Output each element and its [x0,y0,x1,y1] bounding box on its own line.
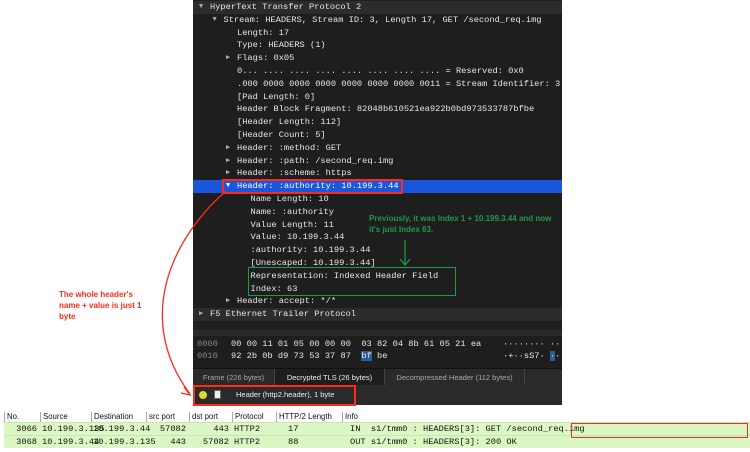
packet-list: No. Source Destination src port dst port Prot… [4,412,750,452]
hex-dump: 0000 0010 00 00 11 01 05 00 00 00 03 82 … [193,330,562,368]
column-header[interactable]: dst port [189,412,232,422]
tree-row-label: Type: HEADERS (1) [237,40,326,51]
tree-row-label: Header: :authority: 10.199.3.44 [237,181,399,192]
tab-decrypted-tls[interactable]: Decrypted TLS (26 bytes) [275,369,385,386]
expert-info-icon[interactable] [199,391,207,399]
tree-row[interactable]: ▶ Flags: 0x05 [193,52,562,65]
tree-row[interactable]: Type: HEADERS (1) [193,39,562,52]
packet-cell: HTTP2 [234,437,261,447]
tree-row[interactable]: :authority: 10.199.3.44 [193,244,562,257]
tree-row[interactable]: ▼ HyperText Transfer Protocol 2 [193,1,562,14]
tree-row[interactable]: [Header Count: 5] [193,129,562,142]
column-header[interactable]: HTTP/2 Length [276,412,342,422]
packet-details-panel: ▼ HyperText Transfer Protocol 2 ▼ Stream: H… [193,0,562,405]
tree-row[interactable]: ▶ Header: :scheme: https [193,167,562,180]
tree-row-label: Index: 63 [250,283,298,294]
hex-bytes[interactable]: 92 2b 0b d9 73 53 37 87 bf be [231,350,387,362]
column-header[interactable]: Source [40,412,91,422]
edit-comment-icon[interactable] [214,390,221,399]
packet-cell: 3068 [16,437,37,447]
tree-row-label: [Pad Length: 0] [237,91,316,102]
tree-row[interactable]: ▶ Header: :path: /second_req.img [193,155,562,168]
tree-row-label: Value: 10.199.3.44 [250,232,345,243]
hex-bytes[interactable]: 00 00 11 01 05 00 00 00 03 82 04 8b 61 0… [231,338,481,350]
collapse-triangle-icon[interactable]: ▼ [199,1,203,14]
expand-triangle-icon[interactable]: ▶ [226,295,230,308]
expand-triangle-icon[interactable]: ▶ [226,52,230,65]
tree-row-label: Header: :path: /second_req.img [237,155,394,166]
annotation-green: Previously, it was Index 1 + 10.199.3.44… [369,214,552,234]
hex-ascii-part: ·+··sS7· [503,351,545,361]
column-header[interactable]: Protocol [232,412,276,422]
packet-cell: 88 [288,437,299,447]
hex-ascii-part: · [555,351,561,361]
hex-offset: 0000 [197,339,218,349]
tree-row-label: Name: :authority [250,206,334,217]
hex-bytes-part: 92 2b 0b d9 73 53 37 87 [231,351,351,361]
packet-cell: 10.199.3.135 [93,437,156,447]
tree-row-label: Header: :method: GET [237,142,342,153]
tree-row[interactable]: [Unescaped: 10.199.3.44] [193,257,562,270]
tree-row[interactable]: ▶ Header: :method: GET [193,142,562,155]
tree-row-label: Value Length: 11 [250,219,334,230]
tree-row-label: [Header Count: 5] [237,130,326,140]
tree-row-label: [Unescaped: 10.199.3.44] [250,258,376,268]
collapse-triangle-icon[interactable]: ▼ [213,14,217,27]
tree-row[interactable]: ▶ Header: accept: */* [193,295,562,308]
column-header[interactable]: Info [342,412,750,422]
tree-row[interactable]: 0... .... .... .... .... .... .... .... … [193,65,562,78]
column-header[interactable]: Destination [91,412,146,422]
packet-row[interactable]: 3068 10.199.3.44 10.199.3.135 443 57082 HTTP2… [4,435,750,448]
tree-row-label: .000 0000 0000 0000 0000 0000 0000 0011 … [237,78,561,89]
tree-row[interactable]: ▶ F5 Ethernet Trailer Protocol [193,308,562,321]
packet-cell: 443 [170,437,186,447]
hex-bytes-part: be [377,351,388,361]
status-bar: Header (http2.header), 1 byte [193,385,562,405]
tree-row-label: HyperText Transfer Protocol 2 [210,2,362,12]
expand-triangle-icon[interactable]: ▶ [226,167,230,180]
expand-triangle-icon[interactable]: ▶ [226,155,230,168]
tree-row-label: :authority: 10.199.3.44 [250,245,371,256]
tree-row-label: 0... .... .... .... .... .... .... .... … [237,66,524,76]
tree-row[interactable]: ▼ Stream: HEADERS, Stream ID: 3, Length 1… [193,14,562,27]
tree-row[interactable]: Header Block Fragment: 82048b610521ea922… [193,103,562,116]
tree-row[interactable]: [Header Length: 112] [193,116,562,129]
tree-row[interactable]: .000 0000 0000 0000 0000 0000 0000 0011 … [193,78,562,91]
tree-row-label: Representation: Indexed Header Field [250,270,439,281]
tree-row-label: Header: :scheme: https [237,168,352,179]
annotation-left: The whole header's name + value is just … [59,290,142,321]
packet-cell: OUT s1/tmm0 : HEADERS[3]: 200 OK [350,437,517,447]
tree-row[interactable]: ▼ Header: :authority: 10.199.3.44 [193,180,562,193]
tree-row[interactable]: Length: 17 [193,27,562,40]
tree-row-label: Name Length: 10 [250,194,329,204]
hex-selected-byte[interactable]: bf [361,351,372,361]
tree-row-label: Length: 17 [237,27,290,38]
tree-row-label: Header Block Fragment: 82048b610521ea922… [237,104,535,115]
tree-row-label: F5 Ethernet Trailer Protocol [210,309,356,320]
status-text: Header (http2.header), 1 byte [236,390,335,399]
red-arrow-head [180,386,192,397]
packet-row[interactable]: 3066 10.199.3.135 10.199.3.44 57082 443 HTTP2… [4,422,750,435]
tree-row[interactable]: Index: 63 [193,283,562,296]
hex-offset: 0010 [197,351,218,361]
collapse-triangle-icon[interactable]: ▼ [226,180,230,193]
column-header[interactable]: src port [146,412,189,422]
expand-triangle-icon[interactable]: ▶ [199,308,203,321]
tree-row[interactable]: Name Length: 10 [193,193,562,206]
packet-cell: 57082 [202,437,229,447]
packet-cell: 10.199.3.44 [42,437,100,447]
tree-row-label: Flags: 0x05 [237,53,295,64]
hex-ascii: ········ ·· [503,339,561,349]
tree-row-label: Stream: HEADERS, Stream ID: 3, Length 17… [223,14,542,25]
tab-decompressed-header[interactable]: Decompressed Header (112 bytes) [385,369,525,386]
bytes-tabs: Frame (226 bytes) Decrypted TLS (26 byte… [193,368,562,386]
column-header[interactable]: No. [4,412,40,422]
tree-row[interactable]: [Pad Length: 0] [193,91,562,104]
expand-triangle-icon[interactable]: ▶ [226,142,230,155]
tree-row[interactable]: Representation: Indexed Header Field [193,270,562,283]
tree-row-label: Header: accept: */* [237,296,337,307]
tree-row-label: [Header Length: 112] [237,117,342,128]
tab-frame[interactable]: Frame (226 bytes) [193,369,275,386]
hex-ascii: ·+··sS7· ·· [503,350,560,362]
